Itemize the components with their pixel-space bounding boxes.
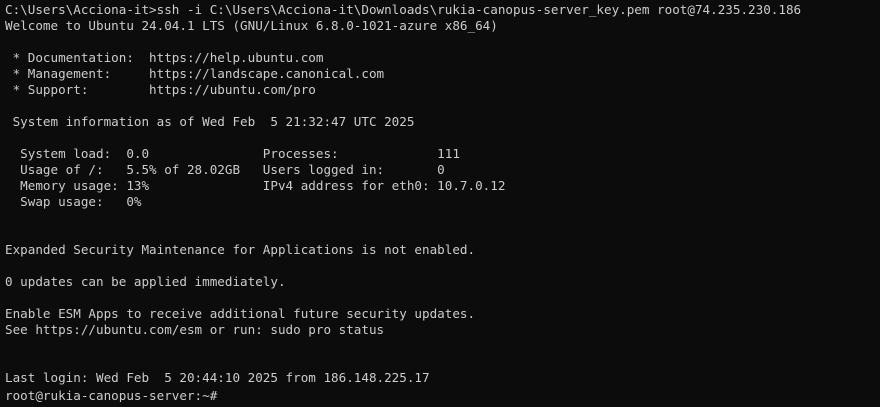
terminal-window[interactable]: C:\Users\Acciona-it>ssh -i C:\Users\Acci…	[0, 0, 880, 407]
welcome-banner: Welcome to Ubuntu 24.04.1 LTS (GNU/Linux…	[5, 18, 498, 33]
support-link-line: * Support: https://ubuntu.com/pro	[5, 82, 316, 97]
updates-status-line: 0 updates can be applied immediately.	[5, 274, 286, 289]
memory-usage-line: Memory usage: 13% IPv4 address for eth0:…	[5, 178, 506, 193]
ssh-command-line: C:\Users\Acciona-it>ssh -i C:\Users\Acci…	[5, 2, 802, 17]
shell-prompt-line[interactable]: root@rukia-canopus-server:~#	[5, 386, 880, 402]
disk-usage-line: Usage of /: 5.5% of 28.02GB Users logged…	[5, 162, 445, 177]
esm-apps-hint-line: Enable ESM Apps to receive additional fu…	[5, 306, 476, 321]
system-load-line: System load: 0.0 Processes: 111	[5, 146, 460, 161]
management-link-line: * Management: https://landscape.canonica…	[5, 66, 385, 81]
last-login-line: Last login: Wed Feb 5 20:44:10 2025 from…	[5, 370, 430, 385]
esm-status-line: Expanded Security Maintenance for Applic…	[5, 242, 476, 257]
documentation-link-line: * Documentation: https://help.ubuntu.com	[5, 50, 324, 65]
swap-usage-line: Swap usage: 0%	[5, 194, 142, 209]
esm-url-line: See https://ubuntu.com/esm or run: sudo …	[5, 322, 385, 337]
system-info-heading: System information as of Wed Feb 5 21:32…	[5, 114, 415, 129]
shell-prompt: root@rukia-canopus-server:~#	[5, 388, 218, 402]
text-cursor[interactable]	[217, 386, 224, 400]
